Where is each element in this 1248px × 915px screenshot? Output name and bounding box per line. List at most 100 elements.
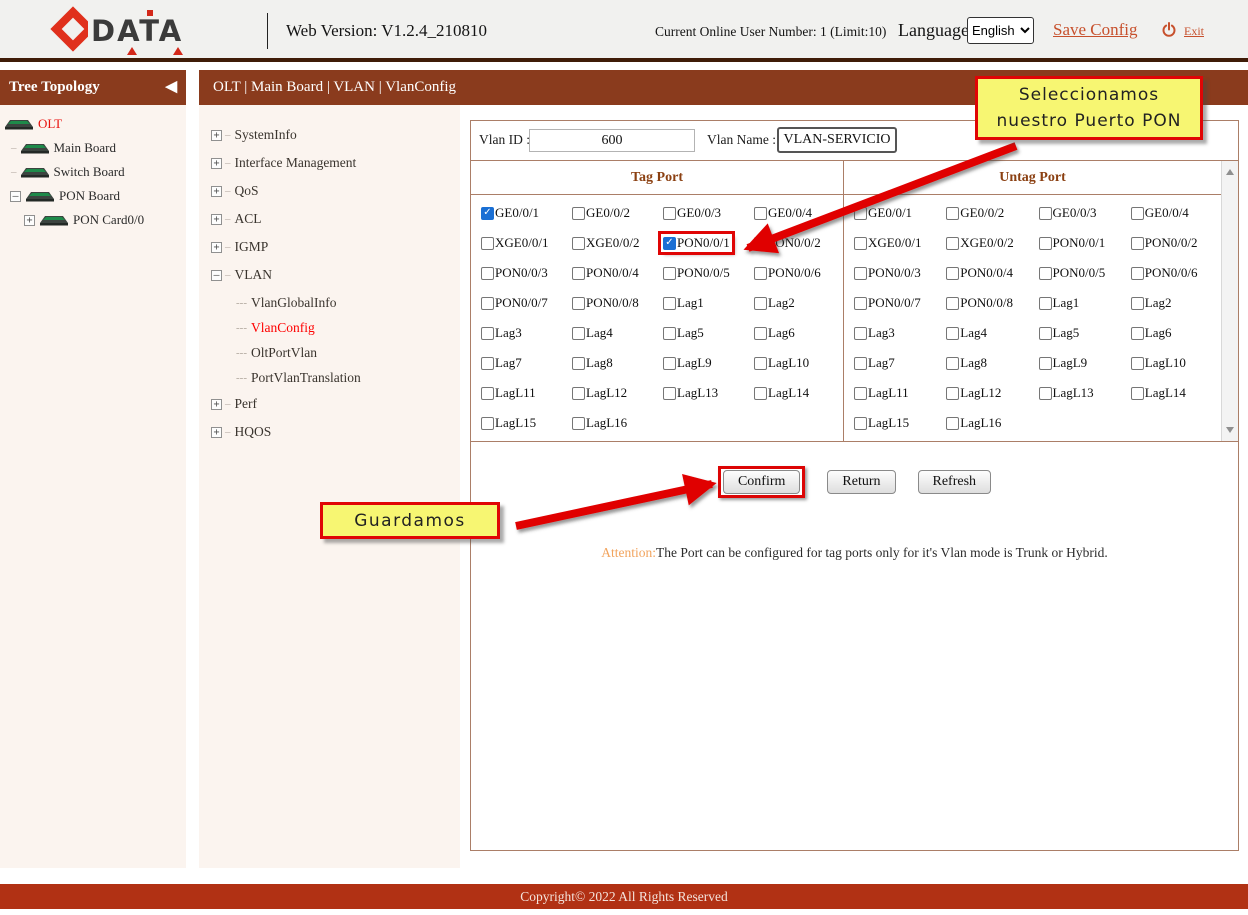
checkbox-tag-lagl14[interactable] — [754, 387, 767, 400]
checkbox-untag-pon0-0-2[interactable] — [1131, 237, 1144, 250]
checkbox-untag-lag5[interactable] — [1039, 327, 1052, 340]
vlan-name-input[interactable] — [777, 127, 897, 153]
nav-item-acl[interactable]: +–ACL — [211, 207, 460, 231]
checkbox-untag-lag8[interactable] — [946, 357, 959, 370]
checkbox-tag-pon0-0-8[interactable] — [572, 297, 585, 310]
plus-box-icon[interactable]: + — [211, 186, 222, 197]
checkbox-untag-pon0-0-4[interactable] — [946, 267, 959, 280]
tree-node-label[interactable]: OLT — [38, 116, 62, 132]
save-config-link[interactable]: Save Config — [1053, 20, 1138, 40]
checkbox-untag-pon0-0-8[interactable] — [946, 297, 959, 310]
checkbox-tag-lag2[interactable] — [754, 297, 767, 310]
checkbox-tag-lag4[interactable] — [572, 327, 585, 340]
plus-box-icon[interactable]: + — [211, 158, 222, 169]
checkbox-tag-lagl12[interactable] — [572, 387, 585, 400]
checkbox-tag-xge0-0-1[interactable] — [481, 237, 494, 250]
nav-item-hqos[interactable]: +–HQOS — [211, 420, 460, 444]
nav-item-systeminfo[interactable]: +–SystemInfo — [211, 123, 460, 147]
checkbox-tag-pon0-0-3[interactable] — [481, 267, 494, 280]
checkbox-tag-pon0-0-5[interactable] — [663, 267, 676, 280]
nav-item-qos[interactable]: +–QoS — [211, 179, 460, 203]
nav-subitem-oltportvlan[interactable]: ---OltPortVlan — [211, 340, 460, 365]
nav-subitem-label[interactable]: OltPortVlan — [251, 345, 317, 361]
tree-node-label[interactable]: Main Board — [54, 140, 116, 156]
checkbox-untag-lagl15[interactable] — [854, 417, 867, 430]
tree-node-olt[interactable]: OLT — [0, 112, 186, 136]
scroll-down-icon[interactable] — [1226, 427, 1234, 433]
checkbox-tag-pon0-0-1[interactable]: ✓ — [663, 237, 676, 250]
checkbox-untag-lag6[interactable] — [1131, 327, 1144, 340]
tree-node-label[interactable]: Switch Board — [54, 164, 125, 180]
minus-box-icon[interactable]: – — [10, 191, 21, 202]
nav-subitem-label[interactable]: VlanGlobalInfo — [251, 295, 336, 311]
tree-node-main-board[interactable]: –Main Board — [0, 136, 186, 160]
plus-box-icon[interactable]: + — [24, 215, 35, 226]
checkbox-untag-lag4[interactable] — [946, 327, 959, 340]
language-select[interactable]: English — [967, 17, 1034, 44]
checkbox-untag-lag1[interactable] — [1039, 297, 1052, 310]
checkbox-tag-xge0-0-2[interactable] — [572, 237, 585, 250]
checkbox-untag-ge0-0-3[interactable] — [1039, 207, 1052, 220]
checkbox-untag-pon0-0-7[interactable] — [854, 297, 867, 310]
checkbox-tag-lag3[interactable] — [481, 327, 494, 340]
checkbox-untag-pon0-0-5[interactable] — [1039, 267, 1052, 280]
nav-subitem-portvlantranslation[interactable]: ---PortVlanTranslation — [211, 365, 460, 390]
checkbox-tag-lag5[interactable] — [663, 327, 676, 340]
nav-item-label[interactable]: ACL — [235, 211, 262, 227]
power-icon[interactable] — [1161, 22, 1177, 38]
tree-node-switch-board[interactable]: –Switch Board — [0, 160, 186, 184]
nav-subitem-vlanglobalinfo[interactable]: ---VlanGlobalInfo — [211, 290, 460, 315]
checkbox-untag-ge0-0-2[interactable] — [946, 207, 959, 220]
nav-item-interface-management[interactable]: +–Interface Management — [211, 151, 460, 175]
tree-node-pon-board[interactable]: – PON Board — [0, 184, 186, 208]
checkbox-tag-lagl11[interactable] — [481, 387, 494, 400]
plus-box-icon[interactable]: + — [211, 214, 222, 225]
collapse-sidebar-icon[interactable]: ◀ — [165, 70, 177, 105]
minus-box-icon[interactable]: – — [211, 270, 222, 281]
nav-subitem-vlanconfig[interactable]: ---VlanConfig — [211, 315, 460, 340]
checkbox-untag-xge0-0-1[interactable] — [854, 237, 867, 250]
return-button[interactable]: Return — [827, 470, 895, 494]
checkbox-tag-lag8[interactable] — [572, 357, 585, 370]
nav-item-label[interactable]: Perf — [235, 396, 258, 412]
checkbox-untag-pon0-0-6[interactable] — [1131, 267, 1144, 280]
tree-node-label[interactable]: PON Board — [59, 188, 120, 204]
tree-node-label[interactable]: PON Card0/0 — [73, 212, 144, 228]
refresh-button[interactable]: Refresh — [918, 470, 992, 494]
nav-subitem-label[interactable]: VlanConfig — [251, 320, 315, 336]
checkbox-untag-ge0-0-1[interactable] — [854, 207, 867, 220]
checkbox-tag-ge0-0-3[interactable] — [663, 207, 676, 220]
checkbox-tag-ge0-0-1[interactable]: ✓ — [481, 207, 494, 220]
nav-item-label[interactable]: SystemInfo — [235, 127, 297, 143]
plus-box-icon[interactable]: + — [211, 130, 222, 141]
checkbox-tag-lagl16[interactable] — [572, 417, 585, 430]
checkbox-untag-lagl16[interactable] — [946, 417, 959, 430]
checkbox-untag-lag2[interactable] — [1131, 297, 1144, 310]
checkbox-tag-lagl15[interactable] — [481, 417, 494, 430]
checkbox-tag-pon0-0-7[interactable] — [481, 297, 494, 310]
checkbox-untag-lagl9[interactable] — [1039, 357, 1052, 370]
exit-link[interactable]: Exit — [1184, 24, 1204, 39]
checkbox-tag-pon0-0-2[interactable] — [754, 237, 767, 250]
checkbox-tag-lagl13[interactable] — [663, 387, 676, 400]
plus-box-icon[interactable]: + — [211, 427, 222, 438]
checkbox-untag-pon0-0-1[interactable] — [1039, 237, 1052, 250]
tree-node-pon-card0-0[interactable]: + PON Card0/0 — [0, 208, 186, 232]
checkbox-untag-xge0-0-2[interactable] — [946, 237, 959, 250]
checkbox-untag-lagl13[interactable] — [1039, 387, 1052, 400]
nav-item-label[interactable]: IGMP — [235, 239, 269, 255]
checkbox-untag-pon0-0-3[interactable] — [854, 267, 867, 280]
checkbox-untag-lag3[interactable] — [854, 327, 867, 340]
plus-box-icon[interactable]: + — [211, 399, 222, 410]
checkbox-untag-lagl11[interactable] — [854, 387, 867, 400]
checkbox-tag-pon0-0-6[interactable] — [754, 267, 767, 280]
scroll-up-icon[interactable] — [1226, 169, 1234, 175]
checkbox-tag-lag1[interactable] — [663, 297, 676, 310]
checkbox-tag-ge0-0-4[interactable] — [754, 207, 767, 220]
checkbox-tag-lagl10[interactable] — [754, 357, 767, 370]
confirm-button[interactable]: Confirm — [723, 470, 800, 494]
nav-item-igmp[interactable]: +–IGMP — [211, 235, 460, 259]
checkbox-tag-ge0-0-2[interactable] — [572, 207, 585, 220]
checkbox-tag-pon0-0-4[interactable] — [572, 267, 585, 280]
checkbox-untag-lagl14[interactable] — [1131, 387, 1144, 400]
